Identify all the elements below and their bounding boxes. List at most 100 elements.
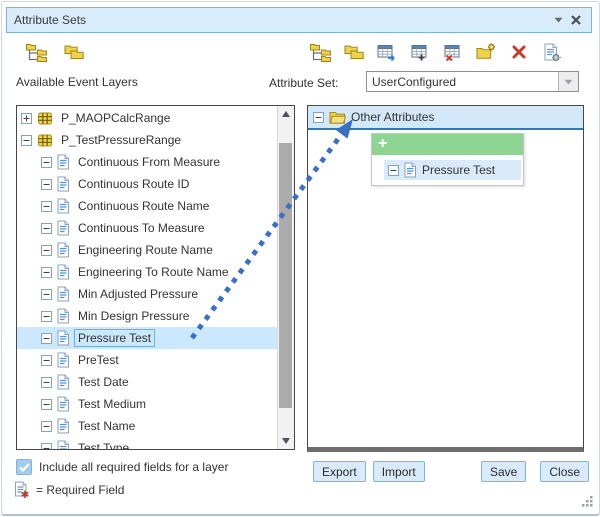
open-folders-icon <box>63 44 85 61</box>
close-button[interactable] <box>567 10 584 30</box>
tree-item[interactable]: Min Design Pressure <box>17 305 277 327</box>
field-icon <box>57 176 70 192</box>
tree-item[interactable]: Test Type <box>17 437 277 449</box>
other-attributes-node[interactable]: Other Attributes <box>308 106 583 130</box>
field-icon <box>57 352 70 368</box>
attribute-set-select[interactable]: UserConfigured <box>366 71 579 92</box>
layer-tree-icon <box>25 42 49 63</box>
tree-item-label: P_TestPressureRange <box>58 132 184 148</box>
field-icon <box>57 220 70 236</box>
tree-item-label: Continuous Route ID <box>75 176 192 192</box>
tree-item[interactable]: Engineering Route Name <box>17 239 277 261</box>
collapse-icon[interactable] <box>41 245 52 256</box>
delete-button[interactable] <box>508 41 530 63</box>
table-remove-button[interactable] <box>442 41 464 63</box>
attribute-set-label: Attribute Set: <box>269 76 338 90</box>
collapse-icon[interactable] <box>41 223 52 234</box>
expand-icon[interactable] <box>21 113 32 124</box>
field-icon <box>404 162 417 178</box>
drag-preview-item: Pressure Test <box>384 160 521 180</box>
tree-item-label: Pressure Test <box>75 330 154 346</box>
collapse-icon[interactable] <box>41 179 52 190</box>
collapse-icon[interactable] <box>41 443 52 450</box>
tree-item[interactable]: Test Name <box>17 415 277 437</box>
table-export-button[interactable] <box>376 41 398 63</box>
collapse-icon[interactable] <box>41 333 52 344</box>
folder-settings-button[interactable] <box>475 41 497 63</box>
collapse-icon[interactable] <box>313 112 324 123</box>
close-button[interactable]: Close <box>540 461 589 482</box>
tree-item[interactable]: Pressure Test <box>17 327 277 349</box>
tree-item[interactable]: Engineering To Route Name <box>17 261 277 283</box>
import-button[interactable]: Import <box>373 461 425 482</box>
field-icon <box>57 374 70 390</box>
tree-item[interactable]: P_TestPressureRange <box>17 129 277 151</box>
tree-item[interactable]: Continuous To Measure <box>17 217 277 239</box>
drag-preview: + Pressure Test <box>371 133 524 186</box>
field-icon <box>57 198 70 214</box>
window-title: Attribute Sets <box>14 13 550 27</box>
tree-item-label: Test Type <box>75 440 132 449</box>
field-icon <box>57 308 70 324</box>
toolbar-left <box>26 40 85 64</box>
tree-item[interactable]: Min Adjusted Pressure <box>17 283 277 305</box>
include-required-fields-label: Include all required fields for a layer <box>39 460 228 474</box>
table-add-button[interactable] <box>409 41 431 63</box>
delete-icon <box>511 44 527 60</box>
tree-item-label: Min Adjusted Pressure <box>75 286 201 302</box>
scrollbar-thumb[interactable] <box>279 143 292 408</box>
field-icon <box>57 396 70 412</box>
tree-item-label: Continuous From Measure <box>75 154 223 170</box>
tree-item[interactable]: Continuous Route Name <box>17 195 277 217</box>
include-required-fields-checkbox[interactable] <box>16 459 32 475</box>
collapse-icon[interactable] <box>41 421 52 432</box>
layer-tree: P_MAOPCalcRange P_TestPressureRange Contin… <box>17 107 277 449</box>
collapse-icon[interactable] <box>41 201 52 212</box>
tree-item[interactable]: P_MAOPCalcRange <box>17 107 277 129</box>
tree-item[interactable]: Continuous From Measure <box>17 151 277 173</box>
required-field-icon <box>14 481 30 499</box>
tree-item-label: PreTest <box>75 352 122 368</box>
scroll-down-button[interactable] <box>278 433 294 449</box>
tree-item-label: P_MAOPCalcRange <box>58 110 173 126</box>
scroll-up-button[interactable] <box>278 106 294 122</box>
tree-item-label: Engineering Route Name <box>75 242 216 258</box>
collapse-icon[interactable] <box>41 267 52 278</box>
document-settings-icon <box>543 43 561 62</box>
available-layers-panel: P_MAOPCalcRange P_TestPressureRange Contin… <box>16 105 295 450</box>
collapse-icon <box>388 165 399 176</box>
collapse-icon[interactable] <box>41 355 52 366</box>
collapse-icon[interactable] <box>41 377 52 388</box>
triangle-up-icon <box>282 111 290 117</box>
field-icon <box>57 330 70 346</box>
collapse-icon[interactable] <box>41 399 52 410</box>
export-button[interactable]: Export <box>313 461 366 482</box>
triangle-down-icon <box>282 438 290 444</box>
open-folders-button[interactable] <box>343 41 365 63</box>
open-folders-button[interactable] <box>63 41 85 63</box>
drag-preview-label: Pressure Test <box>422 163 495 177</box>
tree-item[interactable]: Continuous Route ID <box>17 173 277 195</box>
collapse-icon[interactable] <box>41 289 52 300</box>
chevron-down-icon <box>554 17 563 23</box>
collapse-icon[interactable] <box>41 311 52 322</box>
save-close-buttons: Save Close <box>481 461 589 482</box>
tree-item[interactable]: Test Medium <box>17 393 277 415</box>
title-bar: Attribute Sets <box>6 7 592 33</box>
save-button[interactable]: Save <box>481 461 526 482</box>
layer-tree-icon <box>309 42 333 63</box>
other-attributes-label: Other Attributes <box>351 110 434 124</box>
dropdown-arrow-button[interactable] <box>558 72 578 91</box>
window-menu-button[interactable] <box>550 10 567 30</box>
collapse-icon[interactable] <box>21 135 32 146</box>
tree-item[interactable]: Test Date <box>17 371 277 393</box>
chevron-down-icon <box>564 79 573 85</box>
available-event-layers-heading: Available Event Layers <box>16 75 138 89</box>
layer-tree-button[interactable] <box>26 41 48 63</box>
vertical-scrollbar[interactable] <box>277 106 294 449</box>
document-settings-button[interactable] <box>541 41 563 63</box>
collapse-icon[interactable] <box>41 157 52 168</box>
tree-item[interactable]: PreTest <box>17 349 277 371</box>
resize-grip-icon[interactable] <box>581 495 593 510</box>
layer-tree-button[interactable] <box>310 41 332 63</box>
